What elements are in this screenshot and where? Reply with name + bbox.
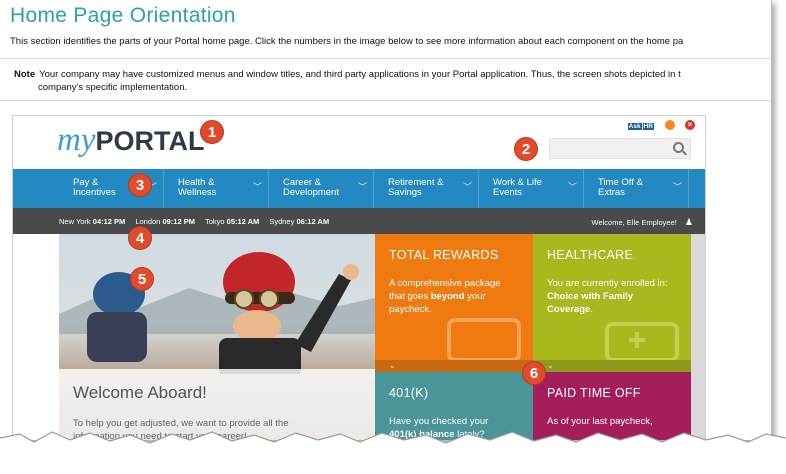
nav-item-retirement-savings[interactable]: Retirement & Savings ﹀ <box>374 169 479 208</box>
callout-1[interactable]: 1 <box>200 120 224 144</box>
tile-healthcare[interactable]: HEALTHCARE You are currently enrolled in… <box>533 234 691 360</box>
chevron-down-icon: ﹀ <box>567 182 577 192</box>
tile-expand-strip[interactable]: ⌄ <box>533 360 691 372</box>
user-icon[interactable]: ♟ <box>685 217 693 228</box>
close-icon[interactable]: × <box>685 120 695 130</box>
clock-sydney: Sydney 06:12 AM <box>269 217 329 226</box>
callout-2[interactable]: 2 <box>514 137 538 161</box>
nav-item-health-wellness[interactable]: Health & Wellness ﹀ <box>164 169 269 208</box>
chevron-down-icon: ﹀ <box>357 182 367 192</box>
chevron-down-icon: ﹀ <box>672 182 682 192</box>
portal-screenshot: myPORTAL Ask HR × Pay & Incentives ﹀ Heal… <box>12 115 706 440</box>
tile-body-text: . <box>590 304 593 315</box>
logo-portal: PORTAL <box>95 126 205 156</box>
tile-title: HEALTHCARE <box>547 248 634 262</box>
callout-3[interactable]: 3 <box>128 173 152 197</box>
tile-expand-strip[interactable]: ⌄ <box>375 360 533 372</box>
logo-my: my <box>57 122 96 158</box>
askhr-link[interactable]: Ask HR <box>627 121 655 130</box>
torn-edge <box>0 431 786 474</box>
medical-kit-icon <box>605 322 679 360</box>
clock-city: London <box>135 217 161 226</box>
page-title: Home Page Orientation <box>10 4 236 27</box>
document-sheet: Home Page Orientation This section ident… <box>0 0 772 440</box>
side-gutter <box>691 234 705 440</box>
world-clocks: New York 04:12 PM London 09:12 PM Tokyo … <box>59 217 329 226</box>
clock-new-york: New York 04:12 PM <box>59 217 125 226</box>
tile-body: As of your last paycheck, <box>547 415 675 428</box>
nav-item-work-life-events[interactable]: Work & Life Events ﹀ <box>479 169 584 208</box>
askhr-badge: Ask <box>627 122 642 130</box>
portal-logo[interactable]: myPORTAL <box>57 120 204 159</box>
clock-city: Tokyo <box>204 217 225 226</box>
utility-icons: Ask HR × <box>627 120 695 130</box>
tile-title: 401(K) <box>389 386 429 400</box>
hero-banner[interactable]: Welcome Aboard! To help you get adjusted… <box>59 234 375 440</box>
nav-item-career-development[interactable]: Career & Development ﹀ <box>269 169 374 208</box>
note-label: Note <box>14 69 36 80</box>
callout-4[interactable]: 4 <box>128 226 152 250</box>
welcome-title: Welcome Aboard! <box>73 383 207 402</box>
divider <box>0 58 771 59</box>
askhr-text: HR <box>642 122 654 130</box>
tile-body-bold: beyond <box>430 291 465 302</box>
note-block: Note Your company may have customized men… <box>14 68 681 94</box>
globe-icon[interactable] <box>665 120 675 130</box>
clock-time: 06:12 AM <box>296 217 330 226</box>
welcome-text: Welcome, Elle Employee! <box>591 218 677 227</box>
tile-body: A comprehensive package that goes beyond… <box>389 277 517 316</box>
clock-time: 05:12 AM <box>226 217 260 226</box>
chevron-down-icon: ⌄ <box>547 361 554 370</box>
clock-london: London 09:12 PM <box>135 217 195 226</box>
clock-time: 09:12 PM <box>162 217 195 226</box>
tile-title: TOTAL REWARDS <box>389 248 499 262</box>
kids-photo <box>87 252 359 374</box>
note-text-line2: company's specific implementation. <box>38 82 188 93</box>
tile-body-text: As of your last paycheck, <box>547 416 653 427</box>
callout-5[interactable]: 5 <box>130 267 154 291</box>
nav-item-time-off-extras[interactable]: Time Off & Extras ﹀ <box>584 169 689 208</box>
clock-tokyo: Tokyo 05:12 AM <box>205 217 259 226</box>
main-nav: Pay & Incentives ﹀ Health & Wellness ﹀ C… <box>13 169 705 208</box>
tile-body-text: You are currently enrolled in: <box>547 278 668 289</box>
clock-city: New York <box>59 217 91 226</box>
clock-time: 04:12 PM <box>92 217 126 226</box>
time-bar: New York 04:12 PM London 09:12 PM Tokyo … <box>13 208 705 234</box>
tile-total-rewards[interactable]: TOTAL REWARDS A comprehensive package th… <box>375 234 533 360</box>
chevron-down-icon: ﹀ <box>252 182 262 192</box>
welcome-user[interactable]: Welcome, Elle Employee! ♟ <box>592 217 693 228</box>
wallet-icon <box>447 318 521 360</box>
tile-body-text: Have you checked your <box>389 416 489 427</box>
callout-6[interactable]: 6 <box>522 361 546 385</box>
search-input[interactable] <box>549 138 691 159</box>
tile-body: You are currently enrolled in: Choice wi… <box>547 277 675 316</box>
divider <box>0 100 771 101</box>
clock-city: Sydney <box>269 217 295 226</box>
search-icon[interactable] <box>673 142 684 153</box>
chevron-down-icon: ⌄ <box>389 361 396 370</box>
intro-text: This section identifies the parts of you… <box>10 36 684 47</box>
note-text-line1: Your company may have customized menus a… <box>39 69 681 80</box>
chevron-down-icon: ﹀ <box>462 182 472 192</box>
tile-title: PAID TIME OFF <box>547 386 641 400</box>
